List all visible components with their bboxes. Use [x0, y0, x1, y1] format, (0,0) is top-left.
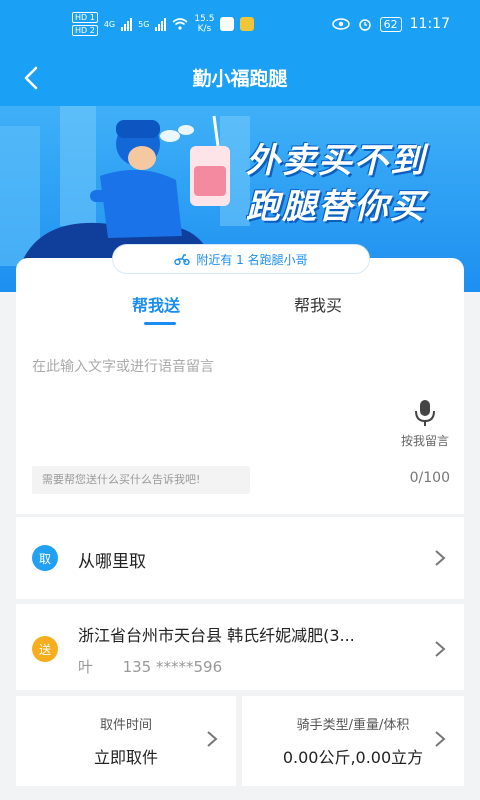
- pickup-time-label: 取件时间: [99, 718, 152, 733]
- order-card: 帮我送 帮我买 在此输入文字或进行语音留言 按我留言 需要帮您送什么买什么告诉我…: [16, 258, 464, 514]
- pickup-location-row[interactable]: 取 从哪里取: [16, 517, 464, 599]
- message-hint: 需要帮您送什么买什么告诉我吧!: [32, 466, 250, 494]
- contact-name: 叶: [78, 658, 94, 676]
- delivery-contact: 叶 135 *****596: [78, 656, 222, 677]
- options-row: 取件时间 立即取件 骑手类型/重量/体积 0.00公斤,0.00立方: [16, 696, 464, 786]
- rider-type-value: 0.00公斤,0.00立方: [282, 748, 424, 767]
- chevron-right-icon: [435, 731, 446, 747]
- signal-icon: [121, 17, 133, 31]
- status-left: HD 1 HD 2 4G 5G 15.5 K/s: [72, 12, 255, 36]
- alarm-icon: [358, 19, 371, 31]
- tab-help-buy[interactable]: 帮我买: [294, 292, 342, 316]
- slogan-line-1: 外卖买不到: [246, 141, 426, 181]
- hd2-label: HD 2: [72, 25, 98, 36]
- delivery-badge: 送: [32, 636, 58, 662]
- chevron-right-icon: [435, 550, 446, 566]
- net-speed-unit: K/s: [197, 24, 212, 34]
- pickup-badge: 取: [32, 545, 58, 571]
- slogan-line-2: 跑腿替你买: [246, 187, 426, 227]
- sig1-label: 4G: [103, 19, 116, 29]
- char-counter: 0/100: [409, 470, 450, 486]
- wifi-icon: [172, 18, 188, 30]
- sig2-label: 5G: [138, 19, 150, 29]
- net-speed-value: 15.5: [194, 14, 215, 24]
- pickup-time-selector[interactable]: 取件时间 立即取件: [16, 696, 236, 786]
- nearby-riders-pill: 附近有 1 名跑腿小哥: [112, 244, 370, 274]
- page-title: 勤小福跑腿: [192, 68, 288, 90]
- microphone-icon: [415, 400, 435, 426]
- signal-icon-2: [155, 17, 167, 31]
- delivery-address-row[interactable]: 送 浙江省台州市天台县 韩氏纤妮减肥(3... 叶 135 *****596: [16, 604, 464, 690]
- active-tab-indicator: [144, 322, 176, 325]
- tab-bar: 帮我送 帮我买: [16, 292, 464, 332]
- scooter-icon: [174, 254, 191, 265]
- rider-type-selector[interactable]: 骑手类型/重量/体积 0.00公斤,0.00立方: [242, 696, 464, 786]
- pickup-time-value: 立即取件: [93, 748, 158, 767]
- battery-indicator: 62: [379, 16, 402, 32]
- delivery-address: 浙江省台州市天台县 韩氏纤妮减肥(3...: [78, 626, 355, 645]
- chevron-right-icon: [207, 731, 218, 747]
- voice-message-label: 按我留言: [400, 434, 449, 448]
- chevron-right-icon: [435, 641, 446, 657]
- rider-type-label: 骑手类型/重量/体积: [296, 718, 410, 733]
- app-header: 勤小福跑腿: [0, 50, 480, 106]
- status-bar: HD 1 HD 2 4G 5G 15.5 K/s 62 11:17: [0, 0, 480, 50]
- pickup-location-label: 从哪里取: [78, 552, 146, 572]
- status-right: 62 11:17: [331, 16, 450, 32]
- banner-slogan: 外卖买不到 跑腿替你买: [246, 138, 468, 230]
- message-input[interactable]: 在此输入文字或进行语音留言: [32, 356, 214, 376]
- app-icon: [240, 17, 255, 31]
- net-speed: 15.5 K/s: [194, 14, 214, 34]
- tab-help-send[interactable]: 帮我送: [132, 292, 180, 316]
- clock: 11:17: [409, 16, 450, 32]
- contact-phone: 135 *****596: [122, 658, 223, 676]
- eye-icon: [331, 18, 350, 30]
- wechat-icon: [220, 17, 235, 31]
- hd-indicator: HD 1 HD 2: [72, 12, 98, 36]
- voice-message-button[interactable]: 按我留言: [394, 398, 456, 449]
- hd1-label: HD 1: [72, 12, 98, 23]
- nearby-riders-text: 附近有 1 名跑腿小哥: [196, 252, 308, 267]
